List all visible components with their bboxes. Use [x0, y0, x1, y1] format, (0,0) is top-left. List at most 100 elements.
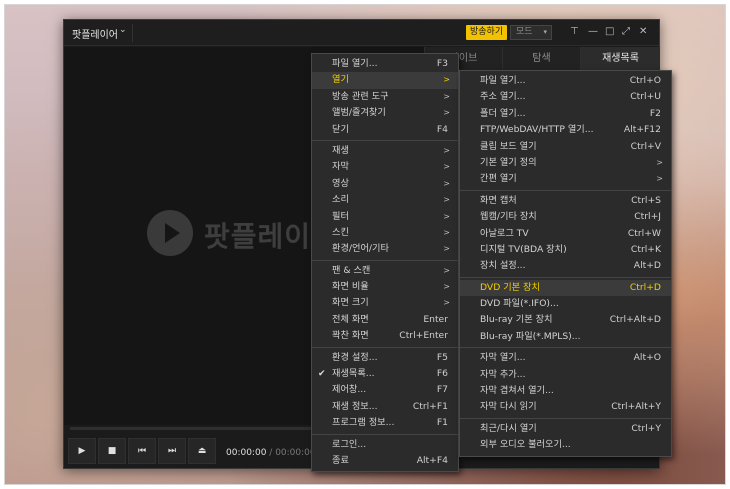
menu-item[interactable]: FTP/WebDAV/HTTP 열기... Alt+F12 [460, 122, 671, 138]
menu-item-shortcut: Ctrl+W [627, 227, 661, 239]
menu-item[interactable]: 디지털 TV(BDA 장치) Ctrl+K [460, 242, 671, 258]
menu-item[interactable]: 화면 크기 > [312, 295, 458, 311]
menu-item[interactable]: DVD 파일(*.IFO)... [460, 296, 671, 312]
stop-button[interactable]: ■ [98, 438, 126, 464]
menu-item-label: 화면 크기 [332, 297, 369, 309]
menu-item[interactable]: 닫기 F4 [312, 122, 458, 138]
playlist-tabs: 라이브 탐색 재생목록 [424, 47, 660, 71]
dropdown-arrow-icon: ▾ [543, 28, 547, 36]
menu-item-label: Blu-ray 파일(*.MPLS)... [480, 330, 581, 342]
maximize-icon[interactable]: □ [605, 26, 614, 38]
menu-item[interactable]: 자막 추가... [460, 367, 671, 383]
submenu-arrow-icon: > [443, 298, 450, 308]
menu-item[interactable]: 아날로그 TV Ctrl+W [460, 226, 671, 242]
eject-button[interactable]: ⏏ [188, 438, 216, 464]
menu-item[interactable]: ✔ 재생목록... F6 [312, 366, 458, 382]
menu-item-label: 앨범/즐겨찾기 [332, 107, 386, 119]
menu-item-shortcut: Ctrl+Y [631, 422, 661, 434]
menu-item[interactable]: 앨범/즐겨찾기 > [312, 105, 458, 121]
menu-item-label: 열기 [332, 74, 349, 86]
menu-item[interactable]: 열기 > [312, 72, 458, 89]
menu-item[interactable]: 필터 > [312, 209, 458, 225]
menu-item[interactable]: 프로그램 정보... F1 [312, 415, 458, 431]
menu-item-label: 화면 비율 [332, 281, 369, 293]
menu-item[interactable]: 화면 비율 > [312, 279, 458, 295]
app-title[interactable]: 팟플레이어 [72, 26, 118, 41]
play-button[interactable]: ▶ [68, 438, 96, 464]
menu-item[interactable]: 꽉찬 화면 Ctrl+Enter [312, 328, 458, 344]
pin-icon[interactable]: ⊤ [570, 26, 579, 38]
menu-item[interactable]: 재생 > [312, 143, 458, 159]
logo-text: 팟플레이 [204, 220, 312, 253]
menu-item[interactable]: 로그인... [312, 437, 458, 453]
menu-item[interactable]: 영상 > [312, 176, 458, 192]
menu-separator [312, 139, 458, 141]
menu-item[interactable]: 웹캠/기타 장치 Ctrl+J [460, 209, 671, 225]
menu-item[interactable]: 파일 열기... Ctrl+O [460, 73, 671, 89]
menu-item-shortcut: F2 [649, 107, 661, 119]
open-submenu: 파일 열기... Ctrl+O 주소 열기... Ctrl+U 폴더 열기... F2 FT… [459, 70, 672, 457]
menu-item[interactable]: 파일 열기... F3 [312, 56, 458, 72]
chevron-down-icon[interactable]: ⌄ [119, 25, 127, 35]
tab-playlist[interactable]: 재생목록 [580, 47, 660, 71]
menu-item[interactable]: 환경 설정... F5 [312, 350, 458, 366]
menu-item-label: 간편 열기 [480, 173, 517, 185]
menu-item[interactable]: Blu-ray 파일(*.MPLS)... [460, 329, 671, 345]
close-icon[interactable]: ✕ [639, 26, 647, 38]
menu-item[interactable]: 스킨 > [312, 225, 458, 241]
menu-item-shortcut: Enter [423, 313, 448, 325]
menu-item-shortcut: Ctrl+K [630, 243, 661, 255]
menu-item-shortcut: Ctrl+F1 [412, 400, 448, 412]
menu-item-shortcut: Alt+O [633, 352, 661, 364]
menu-item-label: 제어창... [332, 384, 367, 396]
menu-item[interactable]: 방송 관련 도구 > [312, 89, 458, 105]
previous-button[interactable]: ⏮ [128, 438, 156, 464]
menu-item[interactable]: 화면 캡처 Ctrl+S [460, 193, 671, 209]
submenu-arrow-icon: > [443, 75, 450, 85]
menu-item-shortcut: Ctrl+Alt+D [609, 314, 661, 326]
menu-item[interactable]: 최근/다시 열기 Ctrl+Y [460, 421, 671, 437]
menu-item[interactable]: 장치 설정... Alt+D [460, 258, 671, 274]
menu-item[interactable]: 자막 열기... Alt+O [460, 350, 671, 366]
menu-item[interactable]: 폴더 열기... F2 [460, 106, 671, 122]
menu-item[interactable]: 자막 > [312, 159, 458, 175]
fullscreen-icon[interactable]: ⤢ [622, 26, 630, 38]
menu-separator [460, 417, 671, 419]
menu-item-shortcut: Ctrl+S [631, 194, 661, 206]
menu-item[interactable]: 제어창... F7 [312, 382, 458, 398]
title-bar[interactable]: 팟플레이어 ⌄ 방송하기 모드 ▾ ⊤ — □ ⤢ ✕ [64, 20, 659, 46]
menu-item[interactable]: 전체 화면 Enter [312, 312, 458, 328]
menu-item[interactable]: 주소 열기... Ctrl+U [460, 89, 671, 105]
menu-item[interactable]: 환경/언어/기타 > [312, 241, 458, 257]
menu-item[interactable]: 자막 겹쳐서 열기... [460, 383, 671, 399]
menu-item-label: 로그인... [332, 438, 367, 450]
next-button[interactable]: ⏭ [158, 438, 186, 464]
tab-explore[interactable]: 탐색 [502, 47, 580, 71]
menu-item-label: 외부 오디오 불러오기... [480, 439, 571, 451]
menu-item-shortcut: Alt+F4 [416, 454, 448, 466]
menu-item[interactable]: Blu-ray 기본 장치 Ctrl+Alt+D [460, 312, 671, 328]
menu-item[interactable]: 팬 & 스캔 > [312, 263, 458, 279]
menu-item[interactable]: DVD 기본 장치 Ctrl+D [460, 279, 671, 297]
menu-item[interactable]: 재생 정보... Ctrl+F1 [312, 399, 458, 415]
menu-separator [460, 189, 671, 191]
broadcast-button[interactable]: 방송하기 [466, 25, 508, 40]
time-total: 00:00:00 [275, 448, 316, 458]
menu-item[interactable]: 간편 열기 > [460, 171, 671, 187]
menu-item[interactable]: 기본 열기 정의 > [460, 155, 671, 171]
mode-select[interactable]: 모드 ▾ [510, 25, 552, 40]
menu-item[interactable]: 종료 Alt+F4 [312, 453, 458, 469]
submenu-arrow-icon: > [443, 91, 450, 101]
menu-item-label: 디지털 TV(BDA 장치) [480, 243, 567, 255]
menu-item[interactable]: 소리 > [312, 192, 458, 208]
time-display: 00:00:00 / 00:00:00 [226, 448, 316, 458]
minimize-icon[interactable]: — [588, 26, 598, 38]
menu-item-label: 파일 열기... [480, 75, 526, 86]
menu-item-shortcut: F5 [436, 351, 448, 363]
menu-item-label: Blu-ray 기본 장치 [480, 314, 553, 326]
checkmark-icon: ✔ [318, 369, 326, 380]
menu-item[interactable]: 자막 다시 읽기 Ctrl+Alt+Y [460, 399, 671, 415]
menu-separator [460, 276, 671, 278]
menu-item[interactable]: 클립 보드 열기 Ctrl+V [460, 139, 671, 155]
menu-item[interactable]: 외부 오디오 불러오기... [460, 437, 671, 453]
